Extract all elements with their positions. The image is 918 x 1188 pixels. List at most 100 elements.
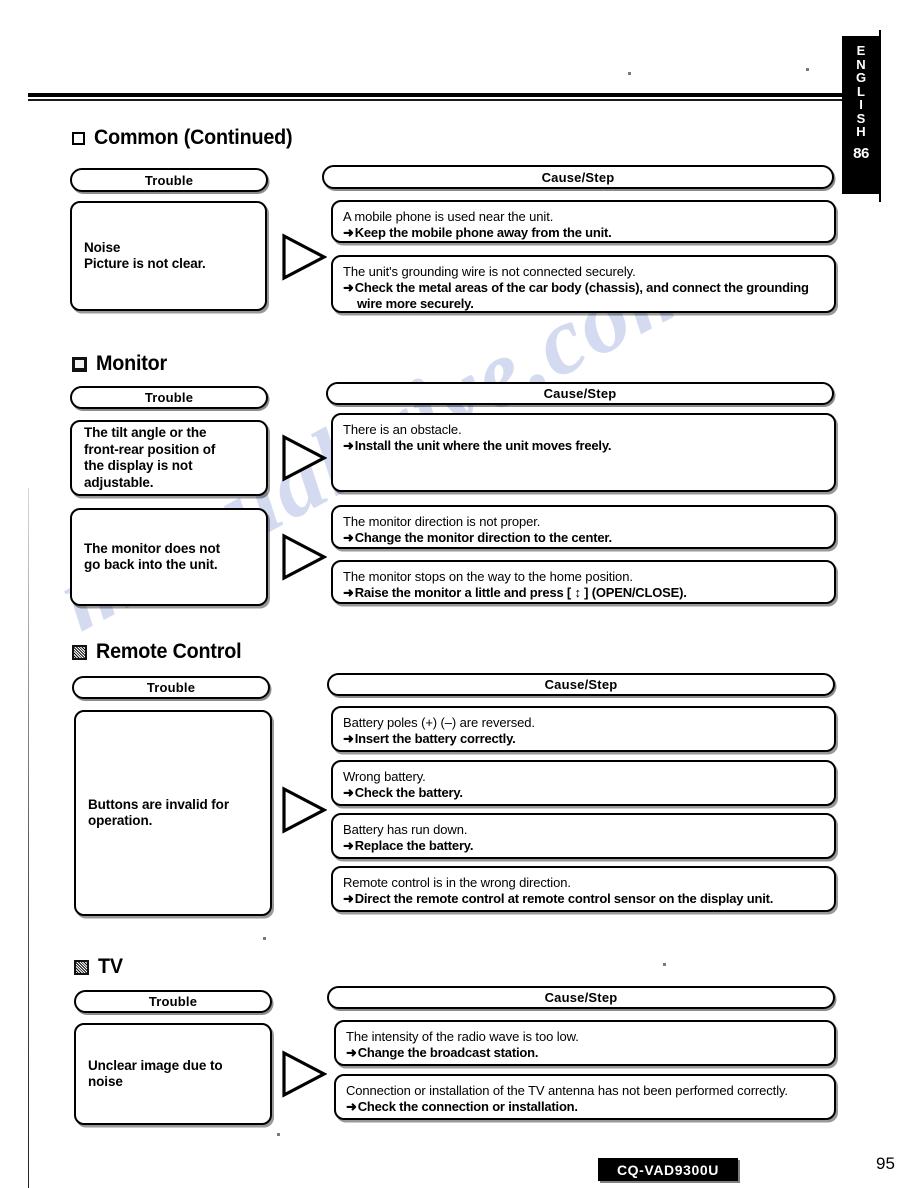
trouble-text: The tilt angle or the front-rear positio… xyxy=(84,425,216,490)
flow-arrow-icon xyxy=(282,1050,327,1098)
cause-step-box: The monitor stops on the way to the home… xyxy=(331,560,836,604)
manual-page: manualsrive.com E N G L I S H 86 Common … xyxy=(0,0,918,1188)
cause-text: Remote control is in the wrong direction… xyxy=(343,875,571,890)
section-heading-remote-control: Remote Control xyxy=(72,640,251,664)
trouble-box: Buttons are invalid for operation. xyxy=(74,710,272,916)
step-arrow-icon: ➜ xyxy=(343,785,354,800)
section-heading-common: Common (Continued) xyxy=(72,126,305,150)
step-label: Change the broadcast station. xyxy=(357,1045,539,1060)
step-text: ➜Change the broadcast station. xyxy=(346,1045,824,1061)
step-text: ➜Raise the monitor a little and press [ … xyxy=(343,585,824,601)
column-header-trouble: Trouble xyxy=(70,386,268,409)
step-arrow-icon: ➜ xyxy=(343,225,354,240)
step-text: ➜Check the battery. xyxy=(343,785,824,801)
flow-arrow-icon xyxy=(282,233,327,281)
column-header-trouble: Trouble xyxy=(74,990,272,1013)
side-tab-reference-page: 86 xyxy=(853,144,869,162)
side-tab-letter: I xyxy=(859,97,863,112)
step-arrow-icon: ➜ xyxy=(343,280,354,295)
trouble-box: Unclear image due to noise xyxy=(74,1023,272,1125)
side-tab-letter: H xyxy=(856,124,866,139)
scan-speck xyxy=(806,68,809,71)
cause-text: Connection or installation of the TV ant… xyxy=(346,1083,788,1098)
model-number-badge: CQ-VAD9300U xyxy=(598,1158,738,1181)
section-title: Monitor xyxy=(96,352,168,375)
side-tab-letter: L xyxy=(857,83,865,99)
column-header-label: Cause/Step xyxy=(541,169,615,185)
column-header-label: Trouble xyxy=(144,172,194,188)
section-heading-monitor: Monitor xyxy=(72,352,172,376)
scan-speck xyxy=(663,963,666,966)
step-text: ➜Insert the battery correctly. xyxy=(343,731,824,747)
section-title: TV xyxy=(98,955,123,978)
step-arrow-icon: ➜ xyxy=(343,530,354,545)
step-text: ➜Check the connection or installation. xyxy=(346,1099,824,1115)
flow-arrow-icon xyxy=(282,786,327,834)
step-label: Insert the battery correctly. xyxy=(354,731,516,746)
step-label: Keep the mobile phone away from the unit… xyxy=(354,225,612,240)
cause-text: Battery poles (+) (–) are reversed. xyxy=(343,715,535,730)
column-header-label: Cause/Step xyxy=(543,386,617,401)
section-title: Remote Control xyxy=(96,640,242,663)
side-tab-letter: S xyxy=(856,110,866,126)
column-header-cause-step: Cause/Step xyxy=(326,382,834,405)
trouble-box: Noise Picture is not clear. xyxy=(70,201,267,311)
cause-step-box: Battery poles (+) (–) are reversed. ➜Ins… xyxy=(331,706,836,752)
step-label: Check the metal areas of the car body (c… xyxy=(354,280,809,311)
cause-step-box: Remote control is in the wrong direction… xyxy=(331,866,836,912)
step-arrow-icon: ➜ xyxy=(343,585,354,600)
checkbox-outline-icon xyxy=(72,131,85,145)
column-header-trouble: Trouble xyxy=(72,676,270,699)
flow-arrow-icon xyxy=(282,434,327,482)
side-tab-letter: E xyxy=(856,43,866,58)
cause-step-box: Battery has run down. ➜Replace the batte… xyxy=(331,813,836,859)
column-header-cause-step: Cause/Step xyxy=(322,165,834,189)
step-text: ➜Direct the remote control at remote con… xyxy=(343,891,824,907)
side-tab-letter: N xyxy=(856,56,866,72)
step-label: Install the unit where the unit moves fr… xyxy=(354,438,612,453)
cause-step-box: The intensity of the radio wave is too l… xyxy=(334,1020,836,1066)
cause-text: The monitor stops on the way to the home… xyxy=(343,569,633,584)
monitor-icon xyxy=(72,356,87,372)
trouble-text: Noise Picture is not clear. xyxy=(84,239,206,272)
column-header-label: Trouble xyxy=(144,390,194,405)
scan-speck xyxy=(628,72,631,75)
scan-speck xyxy=(263,937,266,940)
trouble-text: Unclear image due to noise xyxy=(88,1057,223,1090)
step-arrow-icon: ➜ xyxy=(346,1099,357,1114)
page-number: 95 xyxy=(876,1154,895,1173)
cause-step-box: A mobile phone is used near the unit. ➜K… xyxy=(331,200,836,243)
cause-step-box: The unit's grounding wire is not connect… xyxy=(331,255,836,313)
scan-speck xyxy=(277,1133,280,1136)
cause-step-box: The monitor direction is not proper. ➜Ch… xyxy=(331,505,836,549)
step-label: Change the monitor direction to the cent… xyxy=(354,530,612,545)
section-title: Common (Continued) xyxy=(94,126,293,149)
cause-text: The monitor direction is not proper. xyxy=(343,514,541,529)
step-arrow-icon: ➜ xyxy=(343,438,354,453)
step-text: ➜Replace the battery. xyxy=(343,838,824,854)
column-header-cause-step: Cause/Step xyxy=(327,673,835,696)
step-arrow-icon: ➜ xyxy=(343,838,354,853)
column-header-trouble: Trouble xyxy=(70,168,268,192)
trouble-box: The monitor does not go back into the un… xyxy=(70,508,268,606)
column-header-label: Cause/Step xyxy=(544,677,618,692)
cause-text: A mobile phone is used near the unit. xyxy=(343,209,554,224)
step-label: Direct the remote control at remote cont… xyxy=(354,891,774,906)
side-tab-letter: G xyxy=(855,70,867,85)
step-label: Raise the monitor a little and press [ ↕… xyxy=(354,585,687,600)
cause-step-box: Wrong battery. ➜Check the battery. xyxy=(331,760,836,806)
trouble-box: The tilt angle or the front-rear positio… xyxy=(70,420,268,496)
column-header-label: Trouble xyxy=(146,680,196,695)
step-arrow-icon: ➜ xyxy=(343,891,354,906)
step-label: Check the connection or installation. xyxy=(357,1099,578,1114)
trouble-text: Buttons are invalid for operation. xyxy=(88,796,229,829)
step-arrow-icon: ➜ xyxy=(343,731,354,746)
scan-artifact-line xyxy=(28,488,29,1188)
cause-step-box: Connection or installation of the TV ant… xyxy=(334,1074,836,1120)
step-text: ➜Check the metal areas of the car body (… xyxy=(343,280,824,312)
step-label: Replace the battery. xyxy=(354,838,474,853)
step-label: Check the battery. xyxy=(354,785,463,800)
step-text: ➜Change the monitor direction to the cen… xyxy=(343,530,824,546)
remote-control-icon xyxy=(72,644,87,660)
column-header-cause-step: Cause/Step xyxy=(327,986,835,1009)
